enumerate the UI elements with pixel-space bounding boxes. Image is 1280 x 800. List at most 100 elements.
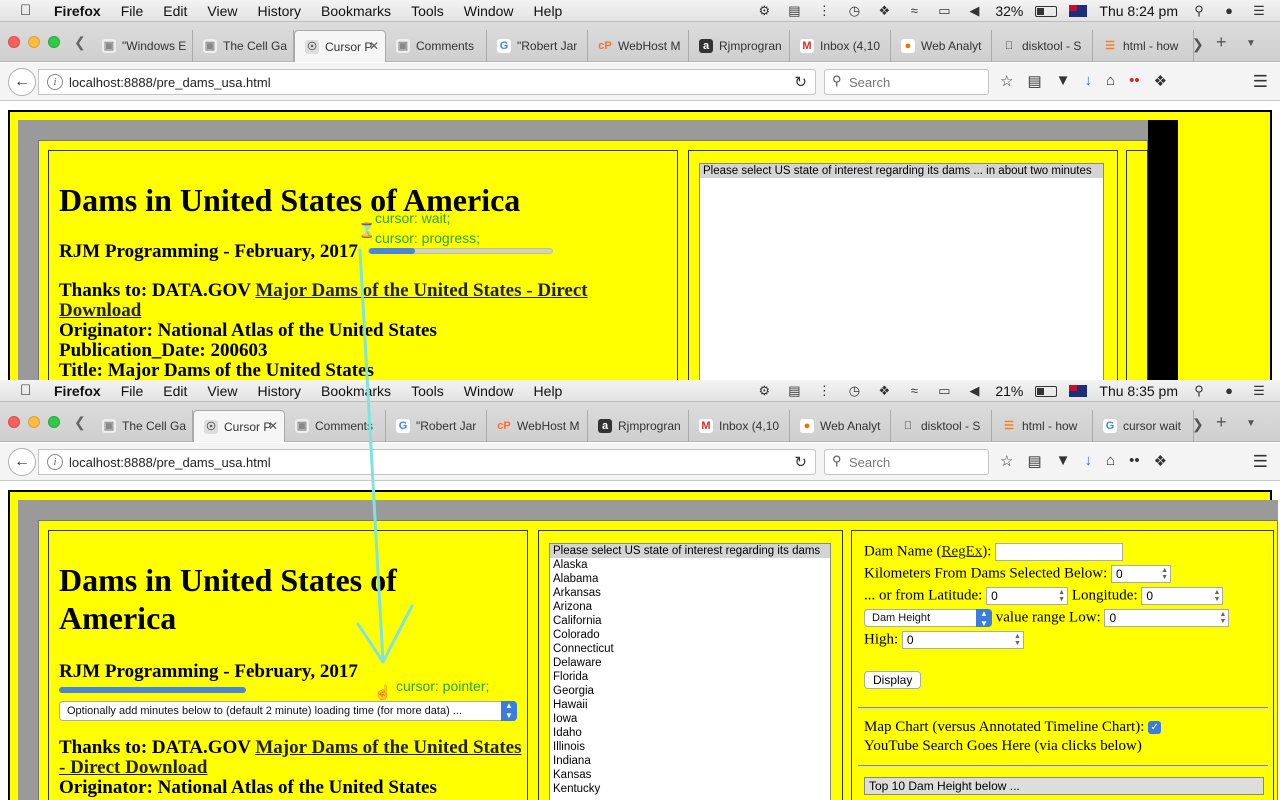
state-listbox[interactable]: Please select US state of interest regar… [699, 163, 1104, 380]
browser-tab[interactable]: ▣ The Cell Ga [92, 410, 193, 442]
flag-icon[interactable] [1069, 5, 1088, 17]
battery-percent[interactable]: 21% [995, 383, 1023, 399]
bookmark-star-icon[interactable]: ☆ [1000, 72, 1013, 90]
data-download-link[interactable]: Major Dams of the United States [255, 737, 521, 758]
browser-tab[interactable]: M Inbox (4,10 [689, 410, 790, 442]
url-bar[interactable]: i localhost:8888/pre_dams_usa.html ↻ [38, 449, 816, 475]
menu-app-name[interactable]: Firefox [54, 383, 101, 399]
bookmark-star-icon[interactable]: ☆ [1000, 452, 1013, 470]
browser-tab[interactable]: ☰ html - how [992, 410, 1093, 442]
tab-scroll-right-icon[interactable]: ❯ [1192, 416, 1204, 433]
clock[interactable]: Thu 8:35 pm [1099, 383, 1178, 399]
dots-icon[interactable]: •• [1129, 452, 1140, 470]
state-option[interactable]: Kansas [550, 768, 830, 782]
regex-link[interactable]: RegEx [941, 543, 982, 559]
search-input[interactable]: ⚲ Search [824, 449, 989, 475]
menu-help[interactable]: Help [534, 3, 563, 19]
menu-icon[interactable]: ☰ [1253, 452, 1268, 472]
high-input[interactable]: 0 ▲ ▼ [901, 631, 1024, 649]
browser-tab[interactable]: G "Robert Jar [487, 30, 588, 62]
menu-icon[interactable]: ☰ [1253, 72, 1268, 92]
latitude-input[interactable]: 0 ▲ ▼ [986, 587, 1069, 605]
extension-icon[interactable]: ❖ [1154, 452, 1167, 470]
menu-bookmarks[interactable]: Bookmarks [321, 3, 391, 19]
battery-icon[interactable] [1035, 5, 1058, 17]
bracket-icon[interactable]: ▤ [785, 384, 803, 398]
zoom-window-icon[interactable] [48, 416, 60, 428]
browser-tab[interactable]: ● Web Analyt [790, 410, 891, 442]
new-tab-icon[interactable]: + [1216, 412, 1227, 433]
minimize-window-icon[interactable] [28, 416, 40, 428]
state-option[interactable]: Indiana [550, 754, 830, 768]
state-option[interactable]: Delaware [550, 656, 830, 670]
search-icon[interactable]: ⚲ [1190, 4, 1208, 18]
time-machine-icon[interactable]: ◷ [845, 4, 863, 18]
bluetooth-icon[interactable]: ❖ [875, 4, 893, 18]
tab-scroll-left-icon[interactable]: ❮ [74, 414, 86, 431]
app-icon[interactable]: ⚙ [755, 4, 773, 18]
wifi-icon[interactable]: ≈ [905, 4, 923, 18]
menu-window[interactable]: Window [464, 383, 514, 399]
browser-tab[interactable]: ☉ Cursor P ✕ [294, 30, 386, 62]
list-icon[interactable]: ☰ [1250, 4, 1268, 18]
longitude-input[interactable]: 0 ▲ ▼ [1141, 587, 1224, 605]
menu-history[interactable]: History [257, 383, 301, 399]
wifi-icon[interactable]: ≈ [905, 384, 923, 398]
reload-icon[interactable]: ↻ [794, 73, 807, 91]
menu-help[interactable]: Help [534, 383, 563, 399]
pocket-icon[interactable]: ▼ [1056, 452, 1071, 470]
browser-tab[interactable]: cP WebHost M [588, 30, 689, 62]
state-option[interactable]: Illinois [550, 740, 830, 754]
state-option[interactable]: Kentucky [550, 782, 830, 796]
state-option[interactable]: Florida [550, 670, 830, 684]
browser-tab[interactable]: ▣ The Cell Ga [193, 30, 294, 62]
list-icon[interactable]: ☰ [1250, 384, 1268, 398]
browser-tab[interactable]:  disktool - S [891, 410, 992, 442]
siri-icon[interactable]: ● [1220, 384, 1238, 398]
data-download-link-cont[interactable]: - Direct Download [59, 757, 207, 778]
airplay-icon[interactable]: ▭ [935, 4, 953, 18]
menu-tools[interactable]: Tools [411, 3, 444, 19]
minimize-window-icon[interactable] [28, 36, 40, 48]
menu-history[interactable]: History [257, 3, 301, 19]
tab-scroll-left-icon[interactable]: ❮ [74, 34, 86, 51]
volume-icon[interactable]: ◀ [965, 384, 983, 398]
state-option[interactable]: Arizona [550, 600, 830, 614]
close-window-icon[interactable] [8, 36, 20, 48]
km-input[interactable]: 0 ▲ ▼ [1111, 565, 1172, 583]
close-window-icon[interactable] [8, 416, 20, 428]
menu-tools[interactable]: Tools [411, 383, 444, 399]
loading-time-select[interactable]: Optionally add minutes below to (default… [59, 701, 517, 721]
tab-list-icon[interactable]: ▼ [1246, 38, 1256, 49]
browser-tab[interactable]: a Rjmprogran [689, 30, 790, 62]
browser-tab[interactable]: Gcursor wait [1093, 410, 1194, 442]
map-chart-checkbox[interactable]: ✓ [1148, 721, 1162, 735]
flag-icon[interactable] [1069, 385, 1088, 397]
state-option[interactable]: Alaska [550, 558, 830, 572]
state-listbox[interactable]: Please select US state of interest regar… [549, 543, 831, 800]
state-option[interactable]: Georgia [550, 684, 830, 698]
airplay-icon[interactable]: ▭ [935, 384, 953, 398]
browser-tab[interactable]: ▣ "Windows E [92, 30, 193, 62]
reader-icon[interactable]: ▤ [1027, 72, 1041, 90]
state-option[interactable]: Iowa [550, 712, 830, 726]
download-icon[interactable]: ↓ [1085, 452, 1093, 470]
close-tab-icon[interactable]: ✕ [268, 419, 278, 433]
menu-view[interactable]: View [207, 383, 237, 399]
url-bar[interactable]: i localhost:8888/pre_dams_usa.html ↻ [38, 69, 816, 95]
menu-edit[interactable]: Edit [163, 3, 187, 19]
siri-icon[interactable]: ● [1220, 4, 1238, 18]
menu-bookmarks[interactable]: Bookmarks [321, 383, 391, 399]
download-icon[interactable]: ↓ [1085, 72, 1093, 90]
state-option[interactable]: Arkansas [550, 586, 830, 600]
range-low-input[interactable]: 0 ▲ ▼ [1104, 609, 1230, 627]
browser-tab[interactable]: G "Robert Jar [386, 410, 487, 442]
apple-menu-icon[interactable]:  [20, 382, 31, 399]
search-input[interactable]: ⚲ Search [824, 69, 989, 95]
back-icon[interactable]: ← [8, 68, 36, 96]
clock[interactable]: Thu 8:24 pm [1099, 3, 1178, 19]
metric-select[interactable]: Dam Height ▲ ▼ [864, 609, 992, 628]
menu-window[interactable]: Window [464, 3, 514, 19]
app-icon[interactable]: ⚙ [755, 384, 773, 398]
new-tab-icon[interactable]: + [1216, 32, 1227, 53]
